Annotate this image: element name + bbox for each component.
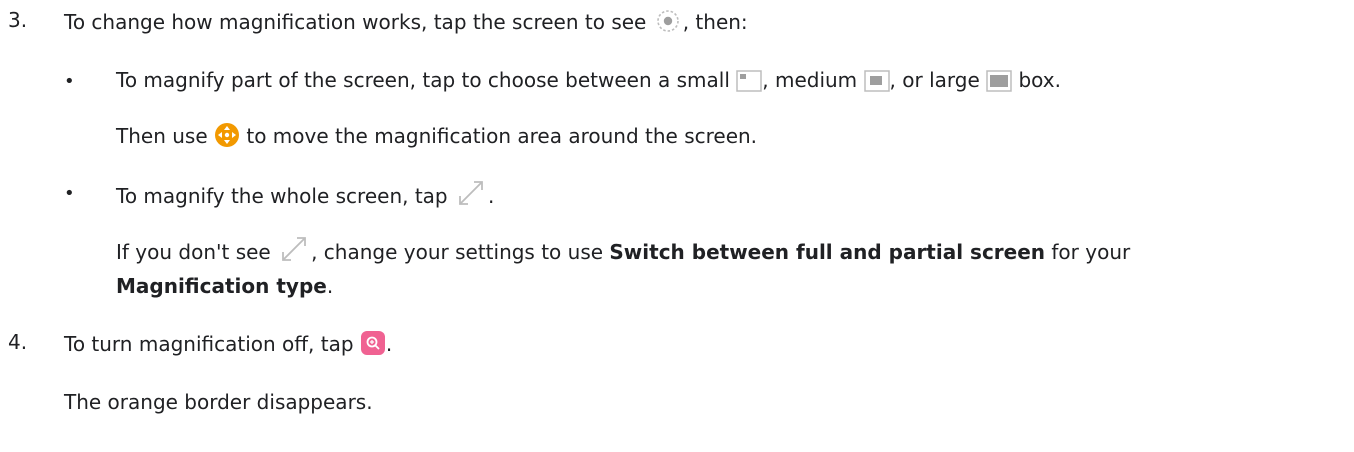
bullet-2-followup-mid: , change your settings to use (311, 240, 610, 264)
step-4-followup: The orange border disappears. (64, 390, 373, 414)
bullet-1-followup-after: to move the magnification area around th… (240, 124, 758, 148)
bullet-2-text: To magnify the whole screen, tap . (116, 178, 494, 215)
bullet-2-followup-line-2: Magnification type. (116, 272, 333, 300)
bullet-marker: • (64, 71, 75, 92)
large-box-icon (986, 70, 1012, 99)
step-3-intro-text: To change how magnification works, tap t… (64, 10, 653, 34)
bullet-2-followup-mid2: for your (1045, 240, 1131, 264)
step-4-intro-text: To turn magnification off, tap (64, 332, 360, 356)
bullet-1-followup: Then use to move the magnification area … (116, 122, 757, 155)
step-number: 4. (8, 330, 28, 354)
magnify-off-icon (360, 330, 386, 363)
bullet-1-part-2: , medium (762, 68, 864, 92)
step-number: 3. (8, 8, 28, 32)
setting-switch-full-partial: Switch between full and partial screen (609, 240, 1046, 264)
step-3-intro: To change how magnification works, tap t… (64, 8, 748, 41)
bullet-2-followup: If you don't see , change your settings … (116, 234, 1130, 271)
bullet-1-part-3: , or large (889, 68, 987, 92)
bullet-1-part-4: box. (1012, 68, 1061, 92)
bullet-2-part-2: . (487, 184, 495, 208)
bullet-1-followup-before: Then use (116, 124, 214, 148)
bullet-2-followup-before: If you don't see (116, 240, 278, 264)
setting-magnification-type: Magnification type (116, 274, 327, 298)
expand-icon (277, 234, 311, 271)
bullet-2-followup-end: . (326, 274, 334, 298)
medium-box-icon (863, 70, 890, 99)
expand-icon (454, 178, 488, 215)
step-4-intro-suffix: . (385, 332, 393, 356)
step-4-intro: To turn magnification off, tap . (64, 330, 392, 363)
bullet-marker: • (64, 183, 75, 204)
bullet-1-part-1: To magnify part of the screen, tap to ch… (116, 68, 737, 92)
settings-icon (653, 8, 683, 41)
small-box-icon (736, 70, 762, 99)
step-3-intro-suffix: , then: (682, 10, 748, 34)
move-icon (214, 122, 240, 155)
bullet-2-part-1: To magnify the whole screen, tap (116, 184, 454, 208)
bullet-1-text: To magnify part of the screen, tap to ch… (116, 66, 1061, 99)
